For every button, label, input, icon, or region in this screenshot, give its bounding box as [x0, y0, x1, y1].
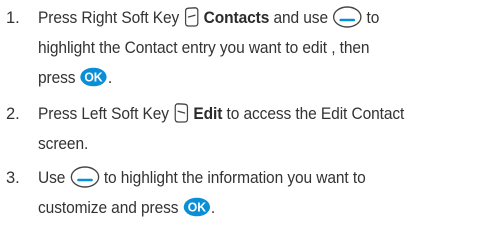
step-text-segment: Press Left Soft Key — [38, 105, 169, 123]
step-text-segment: . — [107, 69, 113, 87]
step-text-segment: to — [366, 9, 380, 27]
ok-key-label: OK — [85, 70, 103, 84]
right-soft-key-icon — [183, 6, 199, 27]
left-soft-key-icon — [173, 102, 189, 123]
step-2: 2. Press Left Soft Key Edit to access th… — [6, 99, 473, 159]
step-text-segment: highlight the Contact entry you want to … — [38, 39, 370, 57]
step-1: 1. Press Right Soft Key Contacts and use… — [6, 3, 473, 93]
step-text-segment: to highlight the information you want to — [103, 169, 366, 187]
step-text-segment: to access the Edit Contact — [226, 105, 405, 123]
step-text-segment: customize and press — [38, 199, 179, 217]
step-text-segment: and use — [273, 9, 329, 27]
step-number: 1. — [6, 9, 20, 27]
instruction-steps: 1. Press Right Soft Key Contacts and use… — [0, 0, 477, 247]
step-text-segment: Press Right Soft Key — [38, 9, 180, 27]
step-text-segment: . — [210, 199, 216, 217]
edit-key-label: Edit — [193, 105, 223, 123]
step-number: 2. — [6, 105, 20, 123]
step-text-segment: Use — [38, 169, 66, 187]
step-text-segment: press — [38, 69, 76, 87]
step-text: Press Left Soft Key Edit to access the E… — [38, 99, 477, 159]
ok-key-label: OK — [188, 200, 206, 214]
contacts-key-label: Contacts — [203, 9, 270, 27]
step-text-segment: screen. — [38, 135, 89, 153]
step-text: Use to highlight the information you wan… — [38, 163, 477, 223]
step-number: 3. — [6, 169, 20, 187]
ok-key-icon: OK — [183, 197, 211, 217]
ok-key-icon: OK — [80, 67, 108, 87]
navigation-key-icon — [332, 5, 362, 28]
step-text: Press Right Soft Key Contacts and use to… — [38, 3, 477, 93]
step-3: 3. Use to highlight the information you … — [6, 163, 473, 223]
navigation-key-icon — [70, 165, 100, 188]
